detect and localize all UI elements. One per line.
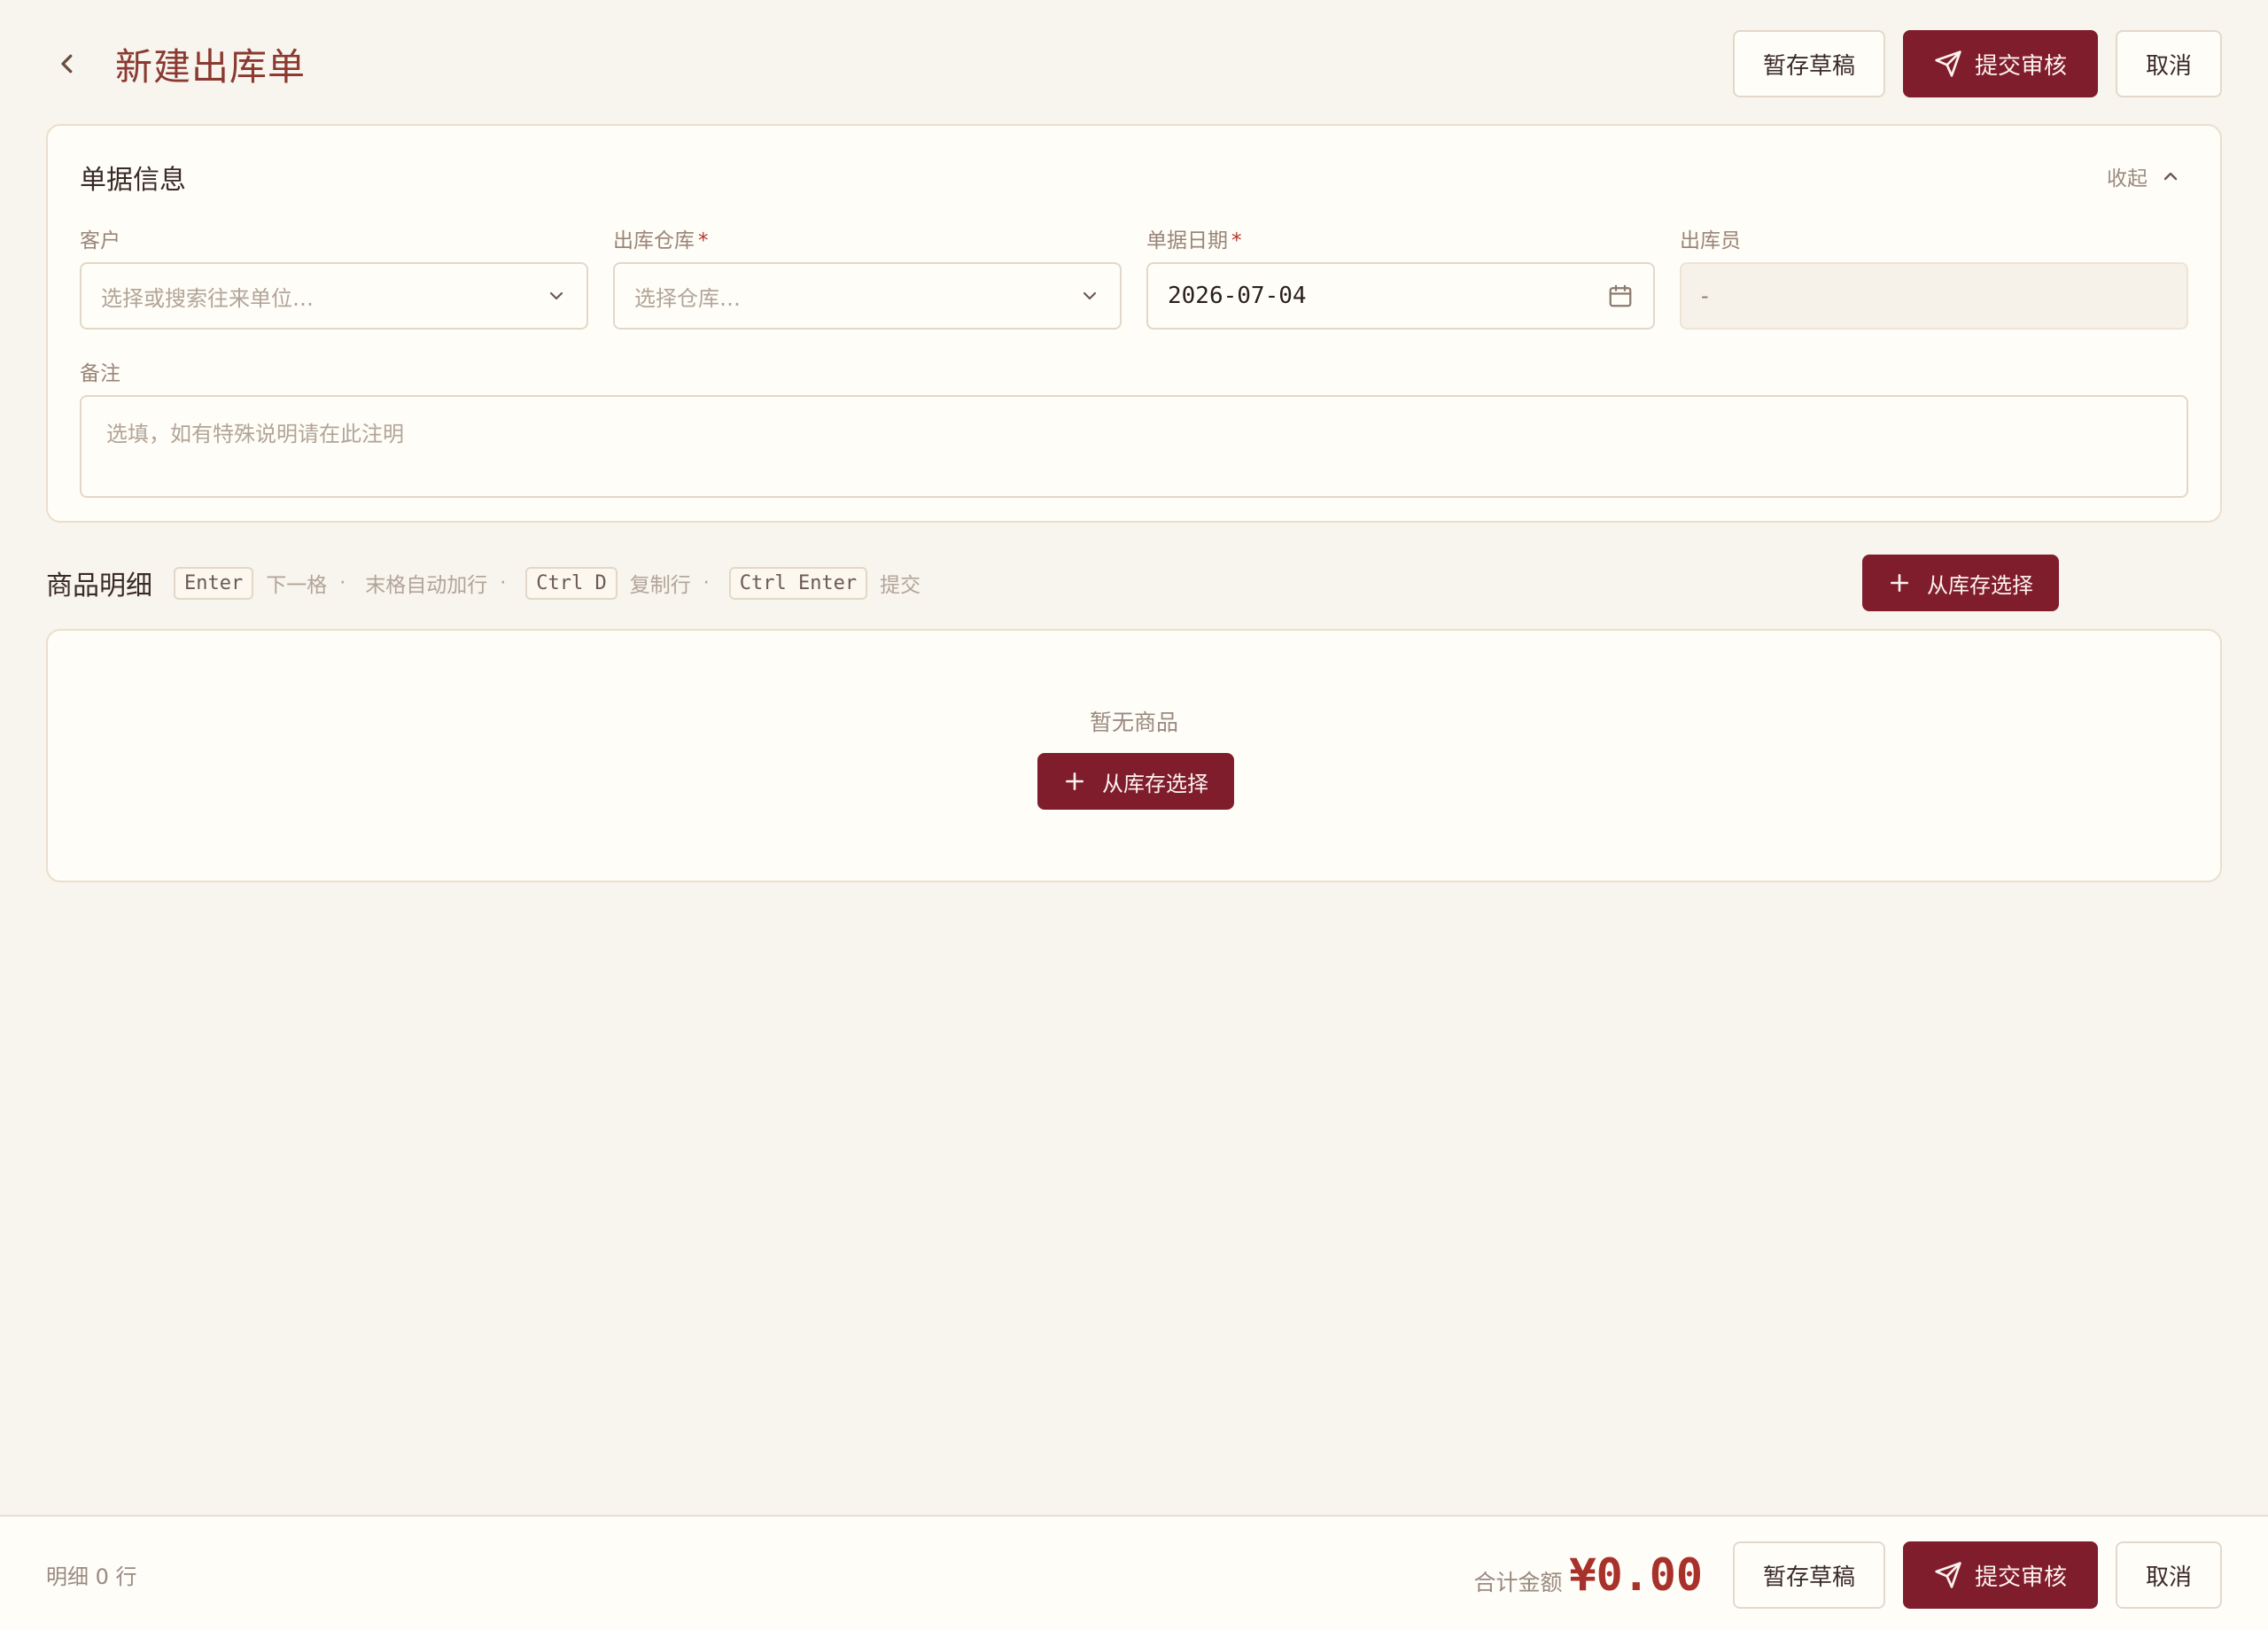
warehouse-label: 出库仓库 * bbox=[613, 229, 709, 252]
operator-value: - bbox=[1701, 283, 1709, 308]
date-input[interactable]: 2026-07-04 bbox=[1146, 262, 1655, 330]
chevron-left-icon bbox=[61, 54, 73, 74]
remark-field: 备注 选填，如有特殊说明请在此注明 bbox=[80, 356, 2188, 498]
chevron-down-icon bbox=[549, 291, 563, 300]
plus-icon bbox=[1891, 574, 1908, 592]
date-label: 单据日期 * bbox=[1146, 229, 1242, 252]
required-mark: * bbox=[698, 229, 709, 252]
shortcut-ctrl-d-hint: 复制行 bbox=[629, 574, 691, 597]
footer-submit-review-label: 提交审核 bbox=[1974, 1564, 2067, 1591]
shortcut-enter-key: Enter bbox=[174, 566, 254, 600]
footer-bar: 明细 0 行 合计金额 ¥0.00 暂存草稿 提交审核 取消 bbox=[0, 1515, 2268, 1630]
back-button[interactable] bbox=[46, 43, 89, 85]
warehouse-select[interactable]: 选择仓库… bbox=[613, 262, 1122, 330]
footer-submit-review-button[interactable]: 提交审核 bbox=[1903, 1541, 2098, 1609]
footer-save-draft-button[interactable]: 暂存草稿 bbox=[1733, 1541, 1885, 1609]
shortcut-ctrl-enter-key: Ctrl Enter bbox=[728, 566, 868, 600]
warehouse-field: 出库仓库 * 选择仓库… bbox=[613, 223, 1122, 330]
shortcut-ctrl-d-key: Ctrl D bbox=[525, 566, 617, 600]
cancel-button[interactable]: 取消 bbox=[2116, 30, 2222, 97]
customer-label: 客户 bbox=[80, 229, 120, 252]
remark-placeholder: 选填，如有特殊说明请在此注明 bbox=[106, 422, 404, 446]
submit-review-button[interactable]: 提交审核 bbox=[1903, 30, 2098, 97]
submit-review-label: 提交审核 bbox=[1974, 52, 2067, 80]
customer-field: 客户 选择或搜索往来单位… bbox=[80, 223, 588, 330]
remark-label: 备注 bbox=[80, 362, 120, 385]
shortcut-enter-hint-2: 末格自动加行 bbox=[365, 574, 488, 597]
items-title: 商品明细 bbox=[46, 570, 152, 602]
footer-actions: 合计金额 ¥0.00 暂存草稿 提交审核 取消 bbox=[1473, 1541, 2222, 1609]
total-value: ¥0.00 bbox=[1569, 1549, 1703, 1601]
plus-icon bbox=[1066, 772, 1084, 790]
remark-textarea[interactable]: 选填，如有特殊说明请在此注明 bbox=[80, 395, 2188, 498]
required-mark: * bbox=[1231, 229, 1242, 252]
collapse-toggle[interactable]: 收起 bbox=[2107, 161, 2181, 191]
hint-separator: · bbox=[500, 571, 507, 594]
warehouse-placeholder: 选择仓库… bbox=[634, 285, 741, 311]
operator-field: 出库员 - bbox=[1680, 223, 2188, 330]
empty-state-text: 暂无商品 bbox=[1089, 710, 1178, 735]
pick-from-inventory-label: 从库存选择 bbox=[1927, 572, 2033, 598]
total-label: 合计金额 bbox=[1473, 1570, 1563, 1595]
collapse-label: 收起 bbox=[2107, 167, 2148, 190]
hint-separator: · bbox=[339, 571, 346, 594]
chevron-down-icon bbox=[1083, 291, 1097, 300]
pick-from-inventory-button[interactable]: 从库存选择 bbox=[1862, 555, 2059, 611]
save-draft-button[interactable]: 暂存草稿 bbox=[1733, 30, 1885, 97]
total-amount: 合计金额 ¥0.00 bbox=[1473, 1549, 1703, 1601]
document-info-card: 单据信息 收起 客户 选择或搜索往来单位… 出库仓库 * 选择仓库… 单据日期 * bbox=[46, 124, 2222, 523]
empty-pick-from-inventory-button[interactable]: 从库存选择 bbox=[1037, 753, 1234, 810]
customer-placeholder: 选择或搜索往来单位… bbox=[101, 285, 314, 311]
page-title: 新建出库单 bbox=[115, 44, 307, 89]
customer-select[interactable]: 选择或搜索往来单位… bbox=[80, 262, 588, 330]
shortcut-ctrl-enter-hint: 提交 bbox=[880, 574, 921, 597]
document-info-title: 单据信息 bbox=[80, 165, 186, 196]
page: 新建出库单 暂存草稿 提交审核 取消 单据信息 收起 客户 选择或搜索往来单位… bbox=[0, 0, 2268, 1630]
footer-cancel-button[interactable]: 取消 bbox=[2116, 1541, 2222, 1609]
date-value: 2026-07-04 bbox=[1168, 283, 1307, 309]
shortcut-enter-hint: 下一格 bbox=[266, 574, 328, 597]
items-card: 暂无商品 从库存选择 bbox=[46, 629, 2222, 882]
header-actions: 暂存草稿 提交审核 取消 bbox=[1733, 30, 2222, 97]
header-left: 新建出库单 bbox=[46, 37, 306, 91]
chevron-up-icon bbox=[2163, 172, 2178, 181]
operator-label: 出库员 bbox=[1680, 229, 1741, 252]
hint-separator: · bbox=[703, 571, 710, 594]
date-field: 单据日期 * 2026-07-04 bbox=[1146, 223, 1655, 330]
empty-pick-from-inventory-label: 从库存选择 bbox=[1102, 771, 1208, 796]
page-header: 新建出库单 暂存草稿 提交审核 取消 bbox=[46, 30, 2222, 97]
operator-input: - bbox=[1680, 262, 2188, 330]
send-icon bbox=[1935, 1562, 1961, 1588]
item-count-text: 明细 0 行 bbox=[46, 1564, 137, 1589]
calendar-icon[interactable] bbox=[1607, 283, 1634, 309]
send-icon bbox=[1935, 50, 1961, 77]
